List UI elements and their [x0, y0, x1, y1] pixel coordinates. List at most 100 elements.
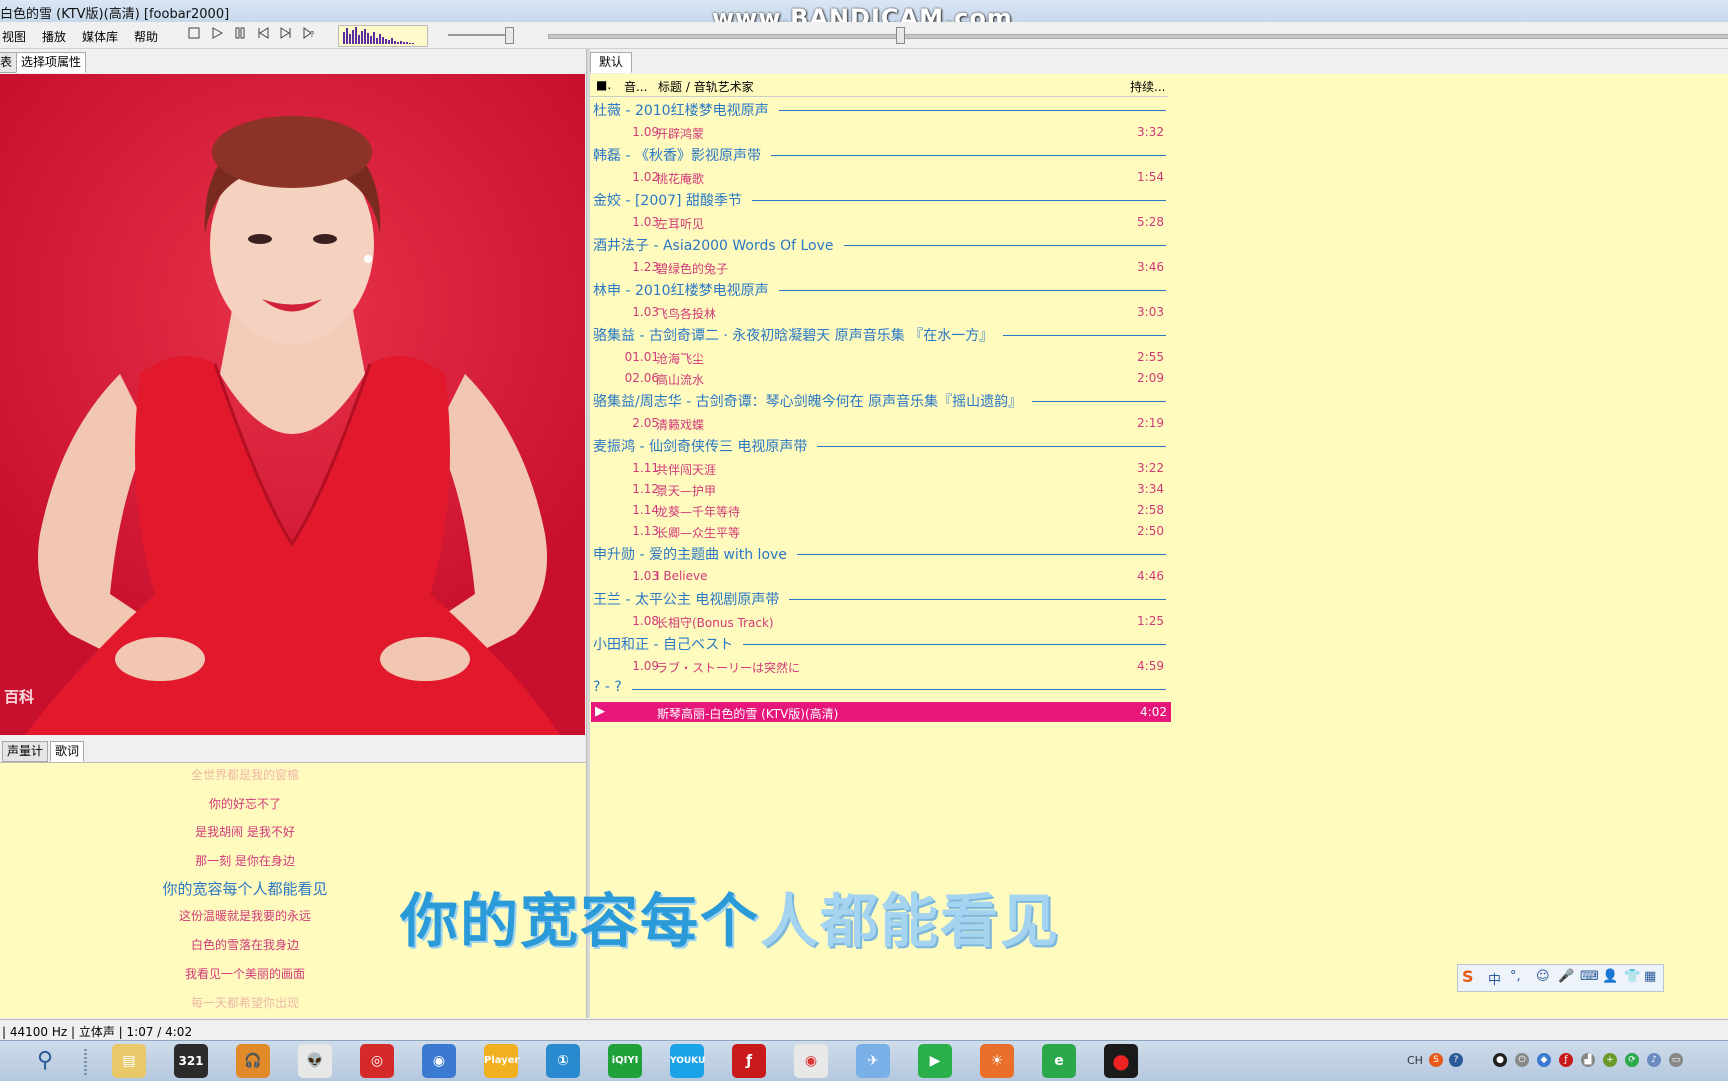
- group-divider: [779, 110, 1166, 111]
- playlist-group-header[interactable]: 林申 - 2010红楼梦电视原声: [593, 280, 769, 300]
- playlist-track-row[interactable]: 1.03 飞鸟各投林 3:03: [590, 302, 1168, 322]
- chrome-alt-icon[interactable]: ◉: [422, 1044, 456, 1078]
- update-tray-icon[interactable]: ⟳: [1625, 1053, 1639, 1067]
- player-icon[interactable]: Player: [484, 1044, 519, 1078]
- playlist-track-row[interactable]: 1.03 左耳听见 5:28: [590, 212, 1168, 232]
- playlist-group-header[interactable]: 韩磊 - 《秋香》影视原声带: [593, 145, 761, 165]
- grid-icon[interactable]: ▦: [1644, 969, 1656, 984]
- tab-lyrics[interactable]: 歌词: [50, 741, 85, 762]
- column-track-number[interactable]: 音...: [624, 78, 647, 95]
- speaker-tray-icon[interactable]: ♪: [1647, 1053, 1661, 1067]
- ime-punctuation[interactable]: °,: [1510, 969, 1521, 984]
- one-icon[interactable]: ①: [546, 1044, 580, 1078]
- plus-tray-icon[interactable]: +: [1603, 1053, 1617, 1067]
- playlist-track-row[interactable]: 1.09 开辟鸿蒙 3:32: [590, 122, 1168, 142]
- pause-icon[interactable]: [232, 27, 248, 43]
- ime-mode[interactable]: 中: [1488, 969, 1501, 988]
- search-icon[interactable]: ⚲: [28, 1044, 62, 1078]
- spectrum-bar: [385, 39, 387, 44]
- group-divider: [779, 290, 1166, 291]
- random-icon[interactable]: ?: [301, 27, 317, 43]
- track-duration: 2:50: [1137, 524, 1164, 538]
- playlist-track-row[interactable]: 2.05 清籁戏蝶 2:19: [590, 413, 1168, 433]
- menu-help[interactable]: 帮助: [134, 28, 158, 45]
- tab-default-playlist[interactable]: 默认: [590, 52, 633, 73]
- playlist-group-header[interactable]: 酒井法子 - Asia2000 Words Of Love: [593, 235, 834, 255]
- play-icon[interactable]: [209, 27, 225, 43]
- stop-icon[interactable]: [186, 27, 202, 43]
- ie-icon[interactable]: e: [1042, 1044, 1076, 1078]
- record-icon[interactable]: ●: [1104, 1044, 1138, 1078]
- microphone-icon[interactable]: 🎤: [1558, 969, 1574, 984]
- tab-selection-properties[interactable]: 选择项属性: [16, 52, 87, 73]
- bird-icon[interactable]: ✈: [856, 1044, 890, 1078]
- column-status[interactable]: ■.: [596, 78, 611, 92]
- previous-icon[interactable]: [255, 27, 271, 43]
- playlist-track-row[interactable]: 1.23 碧绿色的兔子 3:46: [590, 257, 1168, 277]
- playlist-track-row[interactable]: 1.03 I Believe 4:46: [590, 566, 1168, 586]
- headphones-icon[interactable]: 🎧: [236, 1044, 270, 1078]
- iqiyi-icon[interactable]: iQIYI: [608, 1044, 642, 1078]
- playlist-group-header[interactable]: 王兰 - 太平公主 电视剧原声带: [593, 589, 779, 609]
- youku-icon[interactable]: YOUKU: [670, 1044, 705, 1078]
- playlist-track-row[interactable]: 1.09 ラブ・ストーリーは突然に 4:59: [590, 656, 1168, 676]
- subtitle-sung: 你的宽容每个: [400, 887, 761, 955]
- flash-icon[interactable]: ƒ: [732, 1044, 766, 1078]
- playlist-track-row[interactable]: 1.08 长相守(Bonus Track) 1:25: [590, 611, 1168, 631]
- next-icon[interactable]: [278, 27, 294, 43]
- playlist-track-row[interactable]: 1.12 景天—护甲 3:34: [590, 479, 1168, 499]
- spectrum-bar: [394, 41, 396, 44]
- tab-volume-meter[interactable]: 声量计: [2, 741, 49, 762]
- playlist-group-header[interactable]: 杜薇 - 2010红楼梦电视原声: [593, 100, 769, 120]
- video-321-icon[interactable]: 321: [174, 1044, 208, 1078]
- now-playing-duration: 4:02: [1140, 705, 1167, 719]
- playlist-track-row[interactable]: 02.06 高山流水 2:09: [590, 368, 1168, 388]
- tab-list[interactable]: 表: [0, 52, 18, 73]
- playlist-group-header[interactable]: 麦振鸿 - 仙剑奇侠传三 电视原声带: [593, 436, 807, 456]
- now-playing-row[interactable]: ▶ 斯琴高丽-白色的雪 (KTV版)(高清) 4:02: [591, 702, 1171, 722]
- alien-icon[interactable]: 👽: [298, 1044, 332, 1078]
- chrome-icon[interactable]: ◉: [794, 1044, 828, 1078]
- menu-view[interactable]: 视图: [2, 28, 26, 45]
- playlist-group-header[interactable]: 金姣 - [2007] 甜酸季节: [593, 190, 742, 210]
- playlist-track-row[interactable]: 1.11 共伴闯天涯 3:22: [590, 458, 1168, 478]
- group-divider: [844, 245, 1166, 246]
- column-title-artist[interactable]: 标题 / 音轨艺术家: [658, 78, 754, 95]
- play-arrow-icon[interactable]: ▶: [918, 1044, 952, 1078]
- user-icon[interactable]: 👤: [1602, 969, 1618, 984]
- power-tray-icon[interactable]: ⏻: [1515, 1053, 1529, 1067]
- group-divider: [817, 446, 1166, 447]
- spectrum-bar: [382, 37, 384, 44]
- network-tray-icon[interactable]: ▟: [1581, 1053, 1595, 1067]
- seek-slider-knob[interactable]: [896, 27, 905, 44]
- record-tray-icon[interactable]: ●: [1493, 1053, 1507, 1067]
- ime-toolbar[interactable]: S 中 °, ☺ 🎤 ⌨ 👤 👕 ▦: [1457, 964, 1664, 992]
- playlist-group-header[interactable]: 申升勋 - 爱的主题曲 with love: [593, 544, 787, 564]
- seek-bar[interactable]: [548, 34, 1728, 39]
- files-icon[interactable]: ▤: [112, 1044, 146, 1078]
- sogou-tray-icon[interactable]: S: [1429, 1053, 1443, 1067]
- menu-library[interactable]: 媒体库: [82, 28, 118, 45]
- netease-music-icon[interactable]: ◎: [360, 1044, 394, 1078]
- shield-tray-icon[interactable]: ◆: [1537, 1053, 1551, 1067]
- playlist-group-header[interactable]: 骆集益/周志华 - 古剑奇谭：琴心剑魄今何在 原声音乐集『摇山遗韵』: [593, 391, 1022, 411]
- flash-tray-icon[interactable]: ƒ: [1559, 1053, 1573, 1067]
- lyric-line: 全世界都是我的窗檐: [190, 768, 299, 782]
- playlist-track-row[interactable]: 01.01 沧海飞尘 2:55: [590, 347, 1168, 367]
- column-duration[interactable]: 持续...: [1130, 78, 1165, 95]
- emoji-icon[interactable]: ☺: [1536, 969, 1550, 984]
- skin-icon[interactable]: 👕: [1624, 969, 1640, 984]
- input-language[interactable]: CH: [1407, 1054, 1423, 1067]
- playlist-track-row[interactable]: 1.14 龙葵—千年等待 2:58: [590, 500, 1168, 520]
- volume-slider-knob[interactable]: [505, 27, 514, 44]
- display-tray-icon[interactable]: ▭: [1669, 1053, 1683, 1067]
- playlist-group-header[interactable]: 小田和正 - 自己ベスト: [593, 634, 733, 654]
- playlist-group-header[interactable]: 骆集益 - 古剑奇谭二 · 永夜初晗凝碧天 原声音乐集 『在水一方』: [593, 325, 993, 345]
- playlist-track-row[interactable]: 1.13 长卿—众生平等 2:50: [590, 521, 1168, 541]
- menu-playback[interactable]: 播放: [42, 28, 66, 45]
- playlist-track-row[interactable]: 1.02 桃花庵歌 1:54: [590, 167, 1168, 187]
- keyboard-icon[interactable]: ⌨: [1580, 969, 1599, 984]
- playlist-group-header[interactable]: ? - ?: [593, 679, 622, 695]
- firefox-icon[interactable]: ☀: [980, 1044, 1014, 1078]
- help-tray-icon[interactable]: ?: [1449, 1053, 1463, 1067]
